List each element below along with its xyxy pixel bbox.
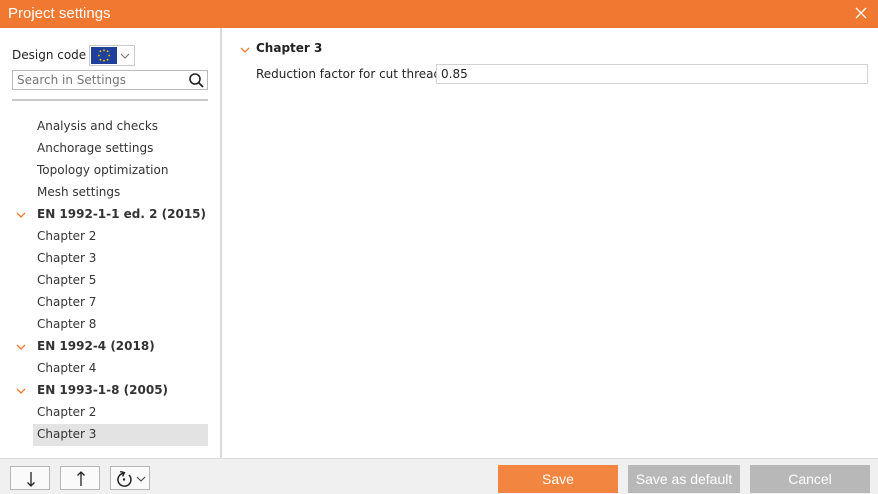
settings-content: Chapter 3 Reduction factor for cut threa… — [222, 28, 878, 458]
save-button[interactable]: Save — [498, 465, 618, 493]
footer-bar: Save Save as default Cancel — [0, 458, 878, 494]
tree-item-chapter-2[interactable]: Chapter 2 — [12, 226, 208, 248]
arrow-down-icon — [27, 472, 35, 487]
tree-group-label: EN 1992-1-1 ed. 2 (2015) — [37, 207, 207, 221]
reduction-factor-input[interactable] — [436, 64, 868, 84]
tree-item-chapter-3-selected[interactable]: Chapter 3 — [33, 424, 208, 446]
divider — [12, 99, 208, 101]
move-up-button[interactable] — [60, 466, 100, 490]
tree-item-label: Chapter 3 — [37, 427, 97, 441]
settings-sidebar: Design code Analysis and checks Anchorag… — [0, 28, 220, 458]
tree-item-chapter-8[interactable]: Chapter 8 — [12, 314, 208, 336]
tree-item-label: Chapter 8 — [37, 317, 97, 331]
reset-dropdown-button[interactable] — [110, 466, 150, 490]
cancel-button[interactable]: Cancel — [750, 465, 870, 493]
tree-item-label: Mesh settings — [37, 185, 121, 199]
search-input[interactable] — [13, 71, 183, 89]
tree-item-label: Chapter 2 — [37, 405, 97, 419]
tree-item-analysis-and-checks[interactable]: Analysis and checks — [12, 116, 208, 138]
tree-item-chapter-5[interactable]: Chapter 5 — [12, 270, 208, 292]
property-label: Reduction factor for cut threads — [256, 67, 448, 81]
settings-tree: Analysis and checks Anchorage settings T… — [12, 116, 208, 446]
section-title: Chapter 3 — [256, 41, 323, 55]
tree-item-anchorage-settings[interactable]: Anchorage settings — [12, 138, 208, 160]
tree-item-mesh-settings[interactable]: Mesh settings — [12, 182, 208, 204]
close-icon[interactable] — [852, 4, 870, 22]
tree-item-label: Chapter 3 — [37, 251, 97, 265]
tree-group-label: EN 1993-1-8 (2005) — [37, 383, 169, 397]
arrow-up-icon — [77, 471, 85, 486]
eu-flag-icon — [91, 47, 117, 64]
tree-group-en-1992-4[interactable]: EN 1992-4 (2018) — [12, 336, 208, 358]
tree-item-label: Chapter 7 — [37, 295, 97, 309]
tree-group-label: EN 1992-4 (2018) — [37, 339, 155, 353]
tree-item-label: Chapter 4 — [37, 361, 97, 375]
tree-item-topology-optimization[interactable]: Topology optimization — [12, 160, 208, 182]
tree-item-label: Topology optimization — [37, 163, 169, 177]
settings-search — [12, 70, 208, 90]
tree-group-en-1992-1-1[interactable]: EN 1992-1-1 ed. 2 (2015) — [12, 204, 208, 226]
tree-item-label: Anchorage settings — [37, 141, 154, 155]
tree-item-chapter-2[interactable]: Chapter 2 — [12, 402, 208, 424]
tree-item-chapter-7[interactable]: Chapter 7 — [12, 292, 208, 314]
design-code-label: Design code — [12, 48, 87, 62]
window-title: Project settings — [8, 5, 111, 22]
tree-item-chapter-3[interactable]: Chapter 3 — [12, 248, 208, 270]
chevron-down-icon — [16, 388, 26, 394]
title-bar: Project settings — [0, 0, 878, 28]
chevron-down-icon — [16, 344, 26, 350]
search-icon[interactable] — [188, 72, 205, 89]
tree-item-label: Analysis and checks — [37, 119, 159, 133]
tree-item-label: Chapter 5 — [37, 273, 97, 287]
tree-item-label: Chapter 2 — [37, 229, 97, 243]
tree-item-chapter-4[interactable]: Chapter 4 — [12, 358, 208, 380]
chevron-down-icon — [120, 53, 130, 59]
reset-icon — [117, 470, 146, 487]
tree-group-en-1993-1-8[interactable]: EN 1993-1-8 (2005) — [12, 380, 208, 402]
move-down-button[interactable] — [10, 466, 50, 490]
save-as-default-button[interactable]: Save as default — [628, 465, 740, 493]
chevron-down-icon — [240, 47, 250, 53]
design-code-select[interactable] — [89, 45, 135, 66]
chevron-down-icon — [16, 212, 26, 218]
